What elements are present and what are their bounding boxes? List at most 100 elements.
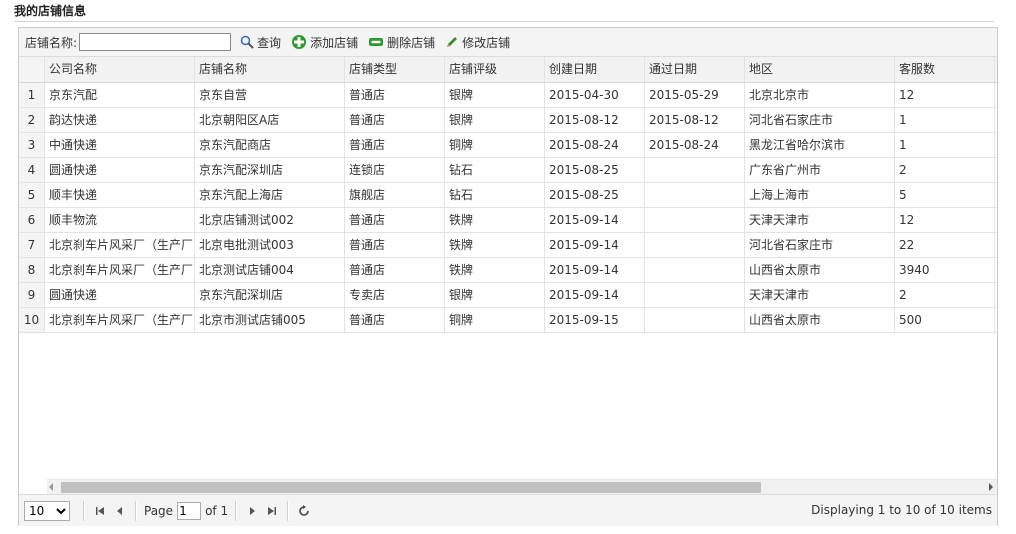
page-label: Page (144, 503, 174, 518)
cell-company: 中通快递 (45, 133, 195, 157)
row-number: 9 (19, 283, 45, 307)
cell-store-rating: 银牌 (445, 83, 545, 107)
query-label: 查询 (257, 35, 282, 50)
scroll-right-arrow-icon[interactable] (989, 483, 993, 491)
delete-store-label: 删除店铺 (387, 35, 436, 50)
pager-separator (235, 500, 238, 521)
cell-service-count: 2 (895, 283, 995, 307)
table-row[interactable]: 6 顺丰物流 北京店铺测试002 普通店 铁牌 2015-09-14 天津天津市… (19, 208, 997, 233)
edit-store-button[interactable]: 修改店铺 (445, 34, 510, 51)
page-total-label: of 1 (205, 503, 229, 518)
store-grid-panel: 店铺名称: 查询 添加店铺 删除店铺 修改店铺 公司名称 店铺名称 店铺类型 店… (18, 27, 998, 526)
table-row[interactable]: 4 圆通快递 京东汽配深圳店 连锁店 钻石 2015-08-25 广东省广州市 … (19, 158, 997, 183)
cell-store-type: 普通店 (345, 83, 445, 107)
row-number: 1 (19, 83, 45, 107)
scroll-left-arrow-icon[interactable] (49, 483, 53, 491)
cell-service-count: 12 (895, 83, 995, 107)
first-page-button[interactable] (90, 501, 110, 521)
next-page-icon (250, 506, 256, 515)
delete-store-button[interactable]: 删除店铺 (368, 34, 435, 51)
row-number: 6 (19, 208, 45, 232)
next-page-button[interactable] (242, 501, 262, 521)
cell-store-name: 京东汽配深圳店 (195, 283, 345, 307)
edit-store-label: 修改店铺 (462, 35, 511, 50)
cell-store-name: 北京测试店铺004 (195, 258, 345, 282)
prev-page-button[interactable] (110, 501, 130, 521)
cell-created-date: 2015-09-14 (545, 283, 645, 307)
cell-region: 黑龙江省哈尔滨市 (745, 133, 895, 157)
cell-store-type: 普通店 (345, 258, 445, 282)
table-row[interactable]: 2 韵达快递 北京朝阳区A店 普通店 银牌 2015-08-12 2015-08… (19, 108, 997, 133)
cell-service-count: 2 (895, 158, 995, 182)
cell-store-name: 北京朝阳区A店 (195, 108, 345, 132)
cell-approved-date (645, 258, 745, 282)
page-size-select[interactable]: 10 (24, 500, 70, 521)
refresh-icon (299, 504, 309, 516)
cell-service-count: 1 (895, 108, 995, 132)
last-page-button[interactable] (262, 501, 282, 521)
cell-store-type: 连锁店 (345, 158, 445, 182)
cell-company: 京东汽配 (45, 83, 195, 107)
column-header-store-name[interactable]: 店铺名称 (195, 57, 345, 82)
cell-store-rating: 钻石 (445, 158, 545, 182)
cell-store-name: 京东自营 (195, 83, 345, 107)
page-number-input[interactable] (177, 501, 202, 520)
table-row[interactable]: 7 北京刹车片风采厂（生产厂 北京电批测试003 普通店 铁牌 2015-09-… (19, 233, 997, 258)
cell-store-rating: 钻石 (445, 183, 545, 207)
cell-service-count: 5 (895, 183, 995, 207)
cell-service-count: 22 (895, 233, 995, 257)
table-row[interactable]: 3 中通快递 京东汽配商店 普通店 铜牌 2015-08-24 2015-08-… (19, 133, 997, 158)
cell-company: 顺丰物流 (45, 208, 195, 232)
pager-separator (287, 500, 290, 521)
column-header-approved-date[interactable]: 通过日期 (645, 57, 745, 82)
add-store-button[interactable]: 添加店铺 (291, 34, 358, 51)
store-name-input[interactable] (79, 33, 232, 51)
scrollbar-thumb[interactable] (61, 482, 761, 493)
table-row[interactable]: 9 圆通快递 京东汽配深圳店 专卖店 银牌 2015-09-14 天津天津市 2 (19, 283, 997, 308)
cell-region: 天津天津市 (745, 208, 895, 232)
grid-header: 公司名称 店铺名称 店铺类型 店铺评级 创建日期 通过日期 地区 客服数 (19, 57, 997, 83)
row-number: 7 (19, 233, 45, 257)
pagination-info: Displaying 1 to 10 of 10 items (811, 503, 992, 517)
pager-separator (83, 500, 85, 521)
cell-store-type: 旗舰店 (345, 183, 445, 207)
row-number: 8 (19, 258, 45, 282)
table-row[interactable]: 10 北京刹车片风采厂（生产厂 北京市测试店铺005 普通店 铜牌 2015-0… (19, 308, 997, 333)
cell-created-date: 2015-09-14 (545, 208, 645, 232)
cell-approved-date: 2015-05-29 (645, 83, 745, 107)
cell-company: 圆通快递 (45, 283, 195, 307)
cell-region: 天津天津市 (745, 283, 895, 307)
grid-body: 1 京东汽配 京东自营 普通店 银牌 2015-04-30 2015-05-29… (19, 83, 997, 480)
query-button[interactable]: 查询 (240, 34, 281, 51)
row-number: 5 (19, 183, 45, 207)
table-row[interactable]: 1 京东汽配 京东自营 普通店 银牌 2015-04-30 2015-05-29… (19, 83, 997, 108)
column-header-store-rating[interactable]: 店铺评级 (445, 57, 545, 82)
cell-created-date: 2015-08-24 (545, 133, 645, 157)
cell-company: 圆通快递 (45, 158, 195, 182)
cell-approved-date (645, 308, 745, 332)
cell-approved-date (645, 233, 745, 257)
column-header-created-date[interactable]: 创建日期 (545, 57, 645, 82)
column-header-region[interactable]: 地区 (745, 57, 895, 82)
column-header-company[interactable]: 公司名称 (45, 57, 195, 82)
column-header-service-count[interactable]: 客服数 (895, 57, 995, 82)
cell-region: 广东省广州市 (745, 158, 895, 182)
table-row[interactable]: 8 北京刹车片风采厂（生产厂 北京测试店铺004 普通店 铁牌 2015-09-… (19, 258, 997, 283)
cell-approved-date (645, 183, 745, 207)
refresh-button[interactable] (294, 501, 314, 521)
pencil-icon (447, 37, 458, 47)
search-icon (240, 35, 254, 49)
cell-created-date: 2015-04-30 (545, 83, 645, 107)
horizontal-scrollbar[interactable] (47, 479, 997, 495)
cell-created-date: 2015-09-15 (545, 308, 645, 332)
search-label: 店铺名称: (25, 35, 78, 50)
column-header-store-type[interactable]: 店铺类型 (345, 57, 445, 82)
cell-region: 河北省石家庄市 (745, 108, 895, 132)
table-row[interactable]: 5 顺丰快递 京东汽配上海店 旗舰店 钻石 2015-08-25 上海上海市 5 (19, 183, 997, 208)
cell-store-type: 普通店 (345, 133, 445, 157)
page-title: 我的店铺信息 (14, 3, 994, 22)
cell-company: 韵达快递 (45, 108, 195, 132)
cell-created-date: 2015-09-14 (545, 258, 645, 282)
row-number: 2 (19, 108, 45, 132)
last-page-icon (268, 506, 277, 515)
